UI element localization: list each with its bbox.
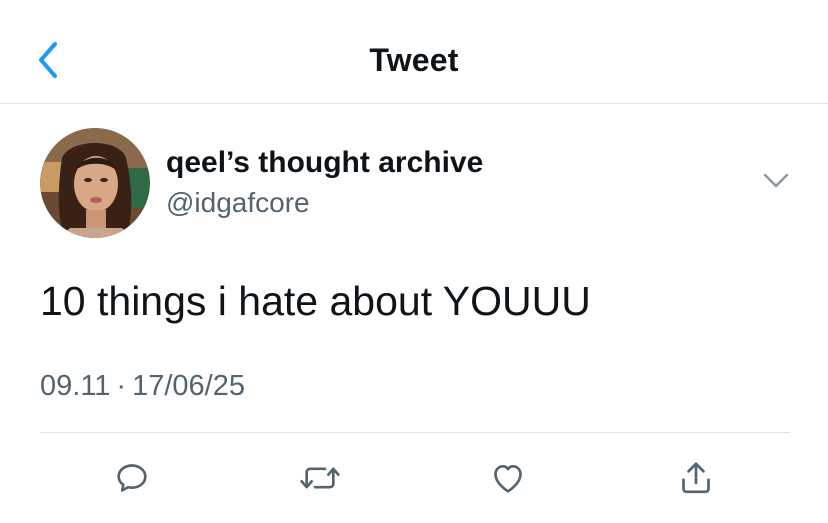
content-divider [40,432,790,433]
chevron-down-icon [763,173,789,188]
header-divider [0,103,828,104]
timestamp-separator: · [116,370,127,402]
reply-button[interactable] [108,456,156,500]
page-title: Tweet [369,42,459,78]
tweet-timestamp[interactable]: 09.11 · 17/06/25 [40,370,245,403]
retweet-icon [300,467,340,489]
user-handle[interactable]: @idgafcore [166,186,483,220]
profile-photo [40,128,150,238]
share-icon [682,462,710,494]
retweet-button[interactable] [296,456,344,500]
top-bar: Tweet [0,0,828,104]
display-name[interactable]: qeel’s thought archive [166,146,483,180]
tweet-date: 17/06/25 [132,370,245,402]
author-block[interactable]: qeel’s thought archive @idgafcore [166,146,483,220]
share-button[interactable] [672,456,720,500]
heart-icon [494,465,522,493]
tweet-menu-button[interactable] [756,166,796,196]
like-button[interactable] [484,456,532,500]
avatar[interactable] [40,128,150,238]
action-bar [0,448,828,508]
tweet-time: 09.11 [40,370,111,402]
tweet-text: 10 things i hate about YOUUU [40,278,591,324]
comment-icon [117,464,147,492]
